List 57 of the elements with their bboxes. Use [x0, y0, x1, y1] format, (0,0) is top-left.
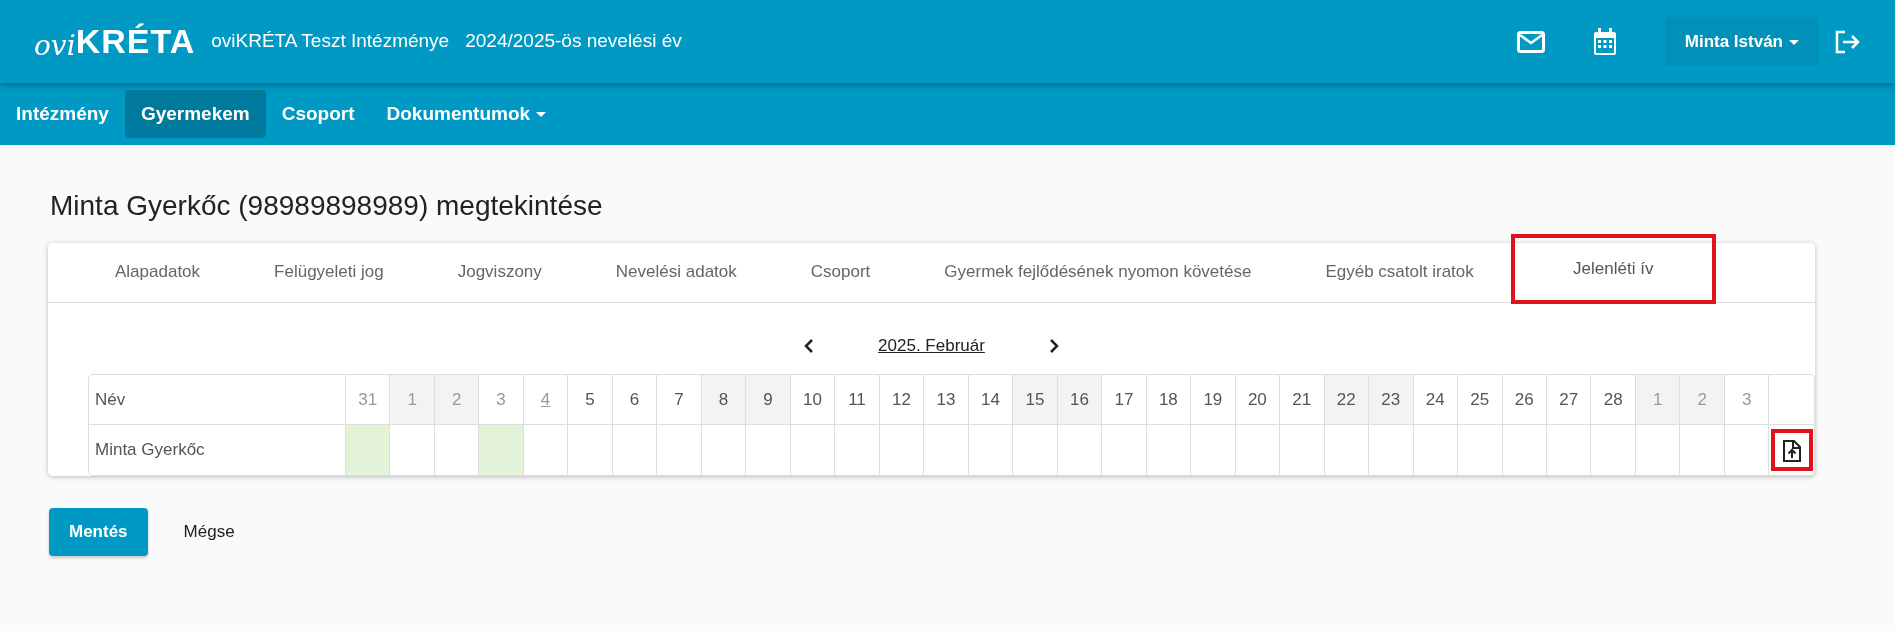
- day-header-cell: 12: [879, 375, 925, 426]
- child-name-cell: Minta Gyerkőc: [89, 425, 346, 476]
- day-header-cell: 27: [1547, 375, 1592, 426]
- day-header-cell: 15: [1013, 375, 1058, 426]
- day-header-cell: 19: [1191, 375, 1236, 426]
- tab[interactable]: Gyermek fejlődésének nyomon követése: [907, 242, 1289, 303]
- attendance-cell[interactable]: [345, 425, 391, 476]
- day-header-cell: 5: [568, 375, 613, 426]
- file-upload-icon[interactable]: [1770, 429, 1813, 471]
- tab[interactable]: Jogviszony: [420, 242, 579, 303]
- day-header-cell: 10: [790, 375, 836, 426]
- day-header-cell: 7: [657, 375, 702, 426]
- save-button[interactable]: Mentés: [49, 508, 148, 556]
- page-title: Minta Gyerkőc (98989898989) megtekintése: [50, 189, 604, 223]
- day-header-cell: 2: [1680, 375, 1725, 426]
- month-label[interactable]: 2025. Február: [878, 332, 985, 359]
- day-header-cell: 23: [1369, 375, 1414, 426]
- school-year: 2024/2025-ös nevelési év: [465, 29, 682, 54]
- day-header-cell: 4: [523, 375, 569, 426]
- calendar-icon[interactable]: [1592, 27, 1617, 56]
- day-header-cell: 6: [612, 375, 658, 426]
- day-header-cell: 8: [701, 375, 747, 426]
- day-header-cell: 20: [1235, 375, 1281, 426]
- day-header-cell: 24: [1413, 375, 1458, 426]
- user-menu-button[interactable]: Minta István: [1664, 16, 1819, 67]
- day-header-cell: 21: [1280, 375, 1325, 426]
- nav-tab[interactable]: Csoport: [265, 89, 371, 139]
- day-header-cell: 13: [924, 375, 969, 426]
- nav-tab[interactable]: Intézmény: [0, 89, 125, 139]
- tab[interactable]: Csoport: [773, 242, 908, 303]
- logo: oviKRÉTA: [34, 21, 196, 64]
- institution-name: oviKRÉTA Teszt Intézménye: [211, 29, 450, 54]
- day-header-cell: 1: [390, 375, 435, 426]
- mail-icon[interactable]: [1516, 29, 1545, 54]
- day-header-cell: 2: [434, 375, 480, 426]
- tab[interactable]: Felügyeleti jog: [237, 242, 421, 303]
- logout-icon[interactable]: [1835, 29, 1861, 54]
- nav-tab[interactable]: Dokumentumok: [370, 89, 563, 139]
- day-header-cell: 26: [1502, 375, 1547, 426]
- tab[interactable]: Alapadatok: [78, 242, 238, 303]
- day-header-cell: 3: [1724, 375, 1770, 426]
- tab[interactable]: Jelenléti ív: [1510, 234, 1716, 305]
- tab[interactable]: Egyéb csatolt iratok: [1288, 242, 1511, 303]
- nav-tab[interactable]: Gyermekem: [124, 89, 266, 139]
- table-header-cell: Név: [89, 375, 346, 426]
- day-header-cell: 9: [746, 375, 791, 426]
- day-header-cell: 11: [835, 375, 880, 426]
- day-header-cell: 1: [1635, 375, 1681, 426]
- day-header-cell: 17: [1102, 375, 1147, 426]
- attendance-cell[interactable]: [479, 425, 524, 476]
- day-header-cell: 16: [1057, 375, 1103, 426]
- day-header-cell: 28: [1591, 375, 1636, 426]
- tab[interactable]: Nevelési adatok: [578, 242, 774, 303]
- cancel-button[interactable]: Mégse: [163, 508, 255, 556]
- day-header-cell: 18: [1146, 375, 1192, 426]
- day-header-cell: 22: [1324, 375, 1370, 426]
- day-header-cell: 25: [1458, 375, 1503, 426]
